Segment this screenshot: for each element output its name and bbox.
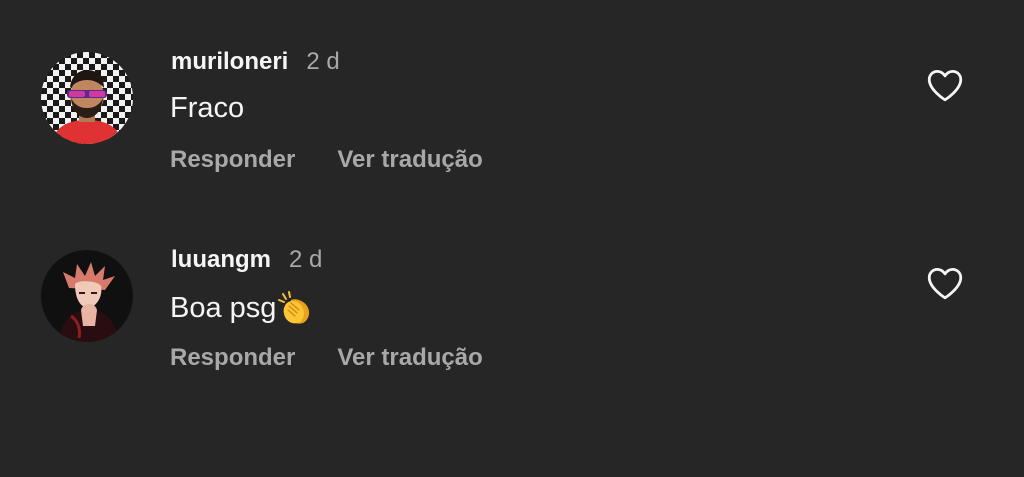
reply-button[interactable]: Responder (170, 344, 295, 372)
heart-icon (927, 267, 963, 300)
avatar[interactable] (41, 250, 133, 342)
clapping-hands-icon (277, 290, 313, 326)
heart-icon (927, 69, 963, 102)
timestamp: 2 d (289, 246, 323, 273)
like-button[interactable] (924, 262, 966, 304)
avatar[interactable] (41, 52, 133, 144)
comment-text-content: Fraco (170, 92, 245, 124)
comment-meta: muriloneri 2 d (171, 48, 340, 76)
username[interactable]: muriloneri (171, 48, 288, 76)
comment-text: Fraco (170, 92, 244, 125)
comment-text: Boa psg (170, 290, 313, 326)
timestamp: 2 d (306, 48, 340, 75)
comment-actions: Responder Ver tradução (170, 146, 483, 174)
comment-meta: luuangm 2 d (171, 246, 322, 274)
translate-button[interactable]: Ver tradução (337, 146, 482, 174)
like-button[interactable] (924, 64, 966, 106)
comment-actions: Responder Ver tradução (170, 344, 483, 372)
translate-button[interactable]: Ver tradução (337, 344, 482, 372)
reply-button[interactable]: Responder (170, 146, 295, 174)
comment-text-content: Boa psg (170, 291, 277, 324)
username[interactable]: luuangm (171, 246, 271, 274)
comment-list: muriloneri 2 d Fraco Responder Ver tradu… (0, 0, 1024, 477)
